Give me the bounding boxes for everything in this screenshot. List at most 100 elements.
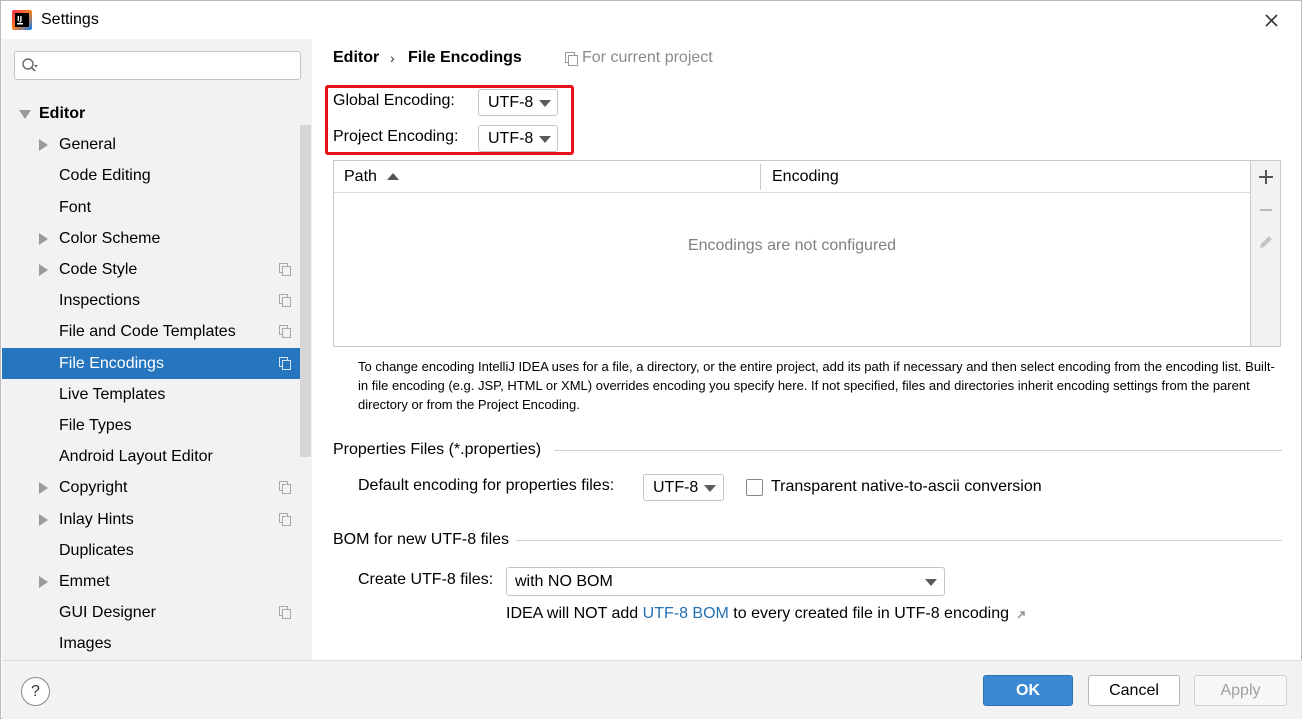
chevron-down-icon [704, 485, 716, 492]
sidebar-item-color-scheme[interactable]: Color Scheme [2, 223, 311, 254]
sidebar-item-file-and-code-templates[interactable]: File and Code Templates [2, 316, 311, 347]
sidebar-item-emmet[interactable]: Emmet [2, 566, 311, 597]
bom-select-value: with NO BOM [515, 573, 613, 590]
window-title: Settings [41, 11, 99, 28]
sidebar-item-inspections[interactable]: Inspections [2, 285, 311, 316]
sidebar-item-file-types[interactable]: File Types [2, 410, 311, 441]
project-scope-icon [279, 294, 291, 307]
sidebar-item-label: Images [59, 635, 112, 652]
sidebar-item-label: Color Scheme [59, 230, 161, 247]
expand-right-icon[interactable] [39, 482, 48, 494]
search-icon [22, 58, 38, 72]
sidebar-item-label: File and Code Templates [59, 323, 236, 340]
column-divider [760, 164, 761, 190]
sidebar-item-label: Duplicates [59, 542, 134, 559]
sidebar-item-label: GUI Designer [59, 604, 156, 621]
project-scope-icon [565, 52, 578, 66]
page-title: File Encodings [408, 49, 522, 66]
close-icon[interactable] [1257, 7, 1285, 35]
column-header-path[interactable]: Path [344, 161, 377, 192]
project-scope-icon [279, 481, 291, 494]
sidebar-item-label: General [59, 136, 116, 153]
remove-icon[interactable] [1255, 199, 1277, 221]
sidebar-item-editor[interactable]: Editor [2, 98, 311, 129]
chevron-down-icon [925, 579, 937, 586]
global-encoding-select[interactable]: UTF-8 [478, 89, 558, 116]
sidebar-item-inlay-hints[interactable]: Inlay Hints [2, 504, 311, 535]
bom-select[interactable]: with NO BOM [506, 567, 945, 596]
project-scope-icon [279, 357, 291, 370]
table-toolbar [1251, 160, 1281, 347]
expand-right-icon[interactable] [39, 514, 48, 526]
header-divider [334, 192, 1250, 193]
breadcrumb-parent[interactable]: Editor [333, 49, 379, 67]
table-empty-text: Encodings are not configured [687, 237, 897, 254]
title-bar: IJ Settings [1, 1, 1301, 39]
project-encoding-label: Project Encoding: [333, 128, 459, 145]
sidebar-item-font[interactable]: Font [2, 192, 311, 223]
settings-sidebar: Editor General Code Editing Font Color Schem… [2, 39, 312, 660]
properties-section-title: Properties Files (*.properties) [333, 441, 542, 458]
sidebar-item-label: Code Editing [59, 167, 151, 184]
edit-pencil-icon[interactable] [1255, 231, 1277, 253]
sidebar-item-gui-designer[interactable]: GUI Designer [2, 597, 311, 628]
sidebar-item-code-style[interactable]: Code Style [2, 254, 311, 285]
external-link-icon[interactable] [1015, 609, 1027, 621]
sidebar-scrollbar[interactable] [300, 125, 311, 457]
column-header-encoding[interactable]: Encoding [772, 161, 839, 192]
sidebar-item-images[interactable]: Images [2, 628, 311, 659]
expand-right-icon[interactable] [39, 233, 48, 245]
sidebar-item-label: Emmet [59, 573, 110, 590]
sidebar-item-label: Live Templates [59, 386, 166, 403]
ok-button[interactable]: OK [983, 675, 1073, 706]
transparent-conversion-checkbox[interactable] [746, 479, 763, 496]
properties-default-label: Default encoding for properties files: [358, 477, 615, 494]
bom-section-title: BOM for new UTF-8 files [333, 531, 510, 548]
global-encoding-label: Global Encoding: [333, 92, 455, 109]
sidebar-item-label: File Types [59, 417, 132, 434]
add-icon[interactable] [1255, 166, 1277, 188]
svg-text:IJ: IJ [17, 15, 22, 23]
project-scope-icon [279, 263, 291, 276]
bom-note-prefix: IDEA will NOT add [506, 605, 643, 622]
sidebar-item-file-encodings[interactable]: File Encodings [2, 348, 311, 379]
sidebar-item-label: Inlay Hints [59, 511, 134, 528]
encoding-mappings-table[interactable]: Path Encoding Encodings are not configur… [333, 160, 1251, 347]
apply-button[interactable]: Apply [1194, 675, 1287, 706]
bom-note: IDEA will NOT add UTF-8 BOM to every cre… [506, 605, 1009, 623]
chevron-down-icon [539, 100, 551, 107]
project-encoding-select[interactable]: UTF-8 [478, 125, 558, 152]
settings-window: IJ Settings Editor General Code Editing Fon… [0, 0, 1302, 719]
sidebar-item-duplicates[interactable]: Duplicates [2, 535, 311, 566]
sidebar-item-code-editing[interactable]: Code Editing [2, 160, 311, 191]
expand-down-icon[interactable] [19, 110, 31, 119]
search-input[interactable] [14, 51, 301, 80]
sidebar-item-label: File Encodings [59, 355, 164, 372]
sidebar-item-label: Code Style [59, 261, 138, 278]
expand-right-icon[interactable] [39, 264, 48, 276]
sidebar-item-live-templates[interactable]: Live Templates [2, 379, 311, 410]
properties-encoding-value: UTF-8 [653, 479, 699, 496]
utf8-bom-link[interactable]: UTF-8 BOM [643, 605, 729, 622]
intellij-app-icon: IJ [12, 10, 32, 30]
scope-label: For current project [582, 49, 713, 66]
properties-encoding-select[interactable]: UTF-8 [643, 474, 724, 501]
sidebar-item-label: Android Layout Editor [59, 448, 213, 465]
sidebar-item-label: Editor [39, 105, 86, 122]
expand-right-icon[interactable] [39, 139, 48, 151]
global-encoding-value: UTF-8 [488, 94, 534, 111]
sidebar-item-copyright[interactable]: Copyright [2, 472, 311, 503]
project-scope-icon [279, 513, 291, 526]
dialog-footer: ? OK Cancel Apply [2, 660, 1302, 719]
sidebar-item-general[interactable]: General [2, 129, 311, 160]
sort-ascending-icon [387, 173, 399, 180]
help-button[interactable]: ? [21, 677, 50, 706]
transparent-conversion-label[interactable]: Transparent native-to-ascii conversion [771, 478, 1042, 496]
bom-note-suffix: to every created file in UTF-8 encoding [728, 605, 1009, 622]
expand-right-icon[interactable] [39, 576, 48, 588]
sidebar-item-android-layout-editor[interactable]: Android Layout Editor [2, 441, 311, 472]
sidebar-item-label: Copyright [59, 479, 128, 496]
project-encoding-value: UTF-8 [488, 130, 534, 147]
cancel-button[interactable]: Cancel [1088, 675, 1180, 706]
create-utf8-label: Create UTF-8 files: [358, 571, 494, 588]
